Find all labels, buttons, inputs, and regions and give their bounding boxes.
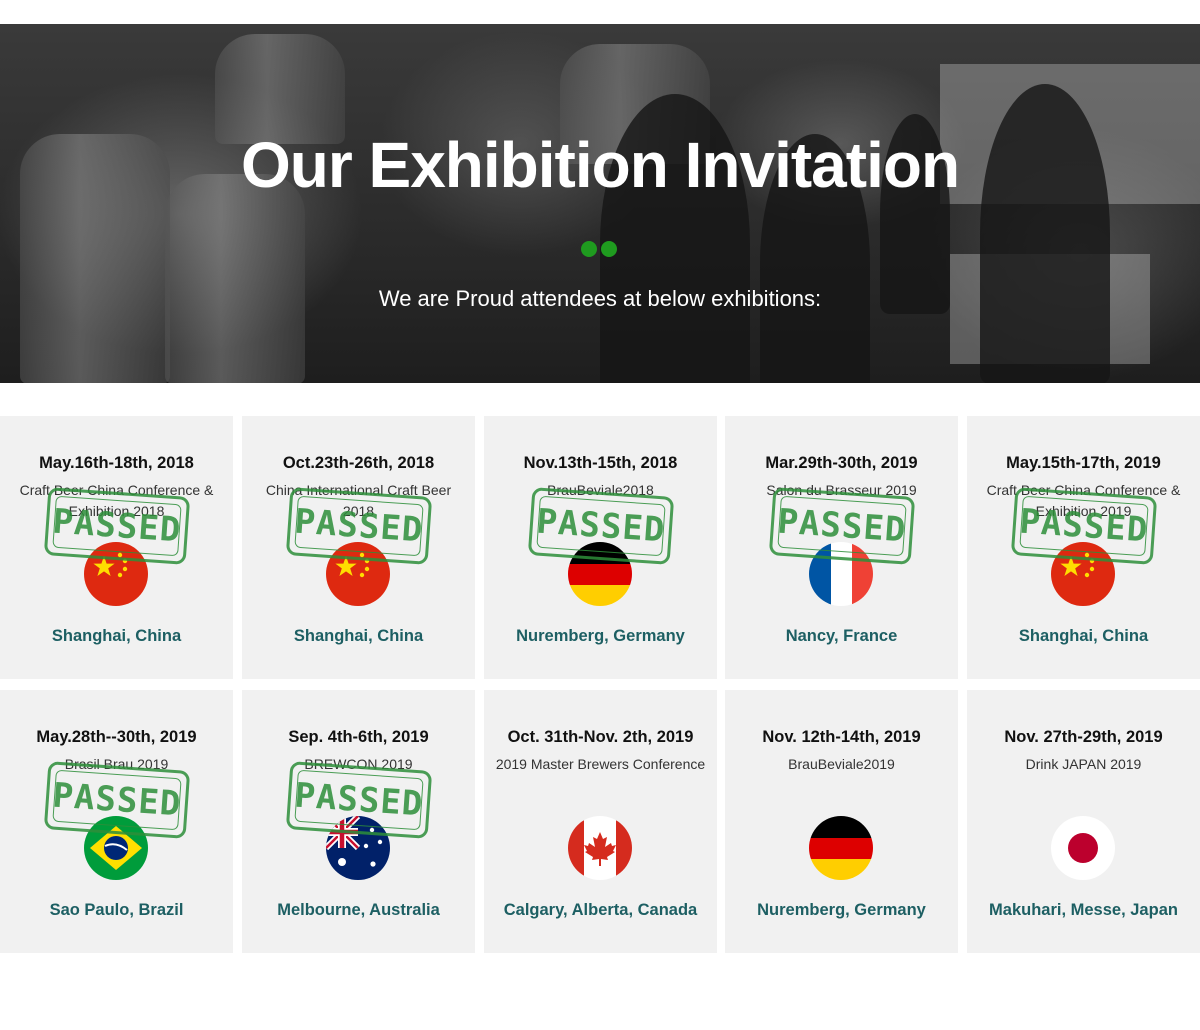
exhibition-date: Sep. 4th-6th, 2019 <box>288 728 429 746</box>
exhibition-location: Calgary, Alberta, Canada <box>503 901 698 919</box>
japan-flag-icon <box>1051 816 1115 880</box>
exhibition-card: Oct.23th-26th, 2018 China International C… <box>242 416 475 679</box>
exhibition-card: Sep. 4th-6th, 2019 BREWCON 2019 PASSED Melb… <box>242 690 475 953</box>
exhibition-location: Melbourne, Australia <box>277 901 440 919</box>
passed-stamp-label: PASSED <box>776 501 908 551</box>
dot-icon <box>581 241 597 257</box>
exhibition-location: Shanghai, China <box>293 627 424 645</box>
exhibition-name: Drink JAPAN 2019 <box>1025 756 1142 772</box>
passed-stamp: PASSED <box>285 487 433 565</box>
germany-flag-icon <box>809 816 873 880</box>
passed-stamp-label: PASSED <box>51 501 183 551</box>
exhibition-card: Nov.13th-15th, 2018 BrauBeviale2018 PASSED… <box>484 416 717 679</box>
exhibition-name: 2019 Master Brewers Conference <box>495 756 706 772</box>
passed-stamp: PASSED <box>43 761 191 839</box>
exhibition-card: May.16th-18th, 2018 Craft Beer China Conf… <box>0 416 233 679</box>
exhibition-location: Nancy, France <box>785 627 898 645</box>
exhibition-date: Nov. 27th-29th, 2019 <box>1004 728 1163 746</box>
dot-icon <box>601 241 617 257</box>
exhibition-location: Nuremberg, Germany <box>516 627 685 645</box>
exhibition-name: BrauBeviale2019 <box>788 756 895 772</box>
exhibition-card: Oct. 31th-Nov. 2th, 2019 2019 Master Brew… <box>484 690 717 953</box>
exhibition-date: May.15th-17th, 2019 <box>1006 454 1161 472</box>
exhibition-location: Nuremberg, Germany <box>757 901 926 919</box>
background-tank <box>165 174 305 383</box>
passed-stamp-label: PASSED <box>51 775 183 825</box>
exhibition-date: Nov.13th-15th, 2018 <box>523 454 678 472</box>
exhibition-card: Nov. 27th-29th, 2019 Drink JAPAN 2019 Maku… <box>967 690 1200 953</box>
exhibition-card: May.28th--30th, 2019 Brasil Brau 2019 PASS… <box>0 690 233 953</box>
exhibition-date: Mar.29th-30th, 2019 <box>765 454 918 472</box>
passed-stamp-label: PASSED <box>293 501 425 551</box>
exhibition-date: May.28th--30th, 2019 <box>36 728 197 746</box>
hero-subtitle: We are Proud attendees at below exhibiti… <box>378 286 822 311</box>
page-title: Our Exhibition Invitation <box>240 129 960 201</box>
hero-banner: Our Exhibition Invitation We are Proud a… <box>0 24 1200 383</box>
exhibition-date: May.16th-18th, 2018 <box>39 454 194 472</box>
title-divider-dots <box>581 241 617 257</box>
passed-stamp: PASSED <box>285 761 433 839</box>
passed-stamp-label: PASSED <box>293 775 425 825</box>
canada-flag-icon <box>568 816 632 880</box>
exhibition-location: Makuhari, Messe, Japan <box>989 901 1178 919</box>
passed-stamp-label: PASSED <box>535 501 667 551</box>
exhibition-card: Mar.29th-30th, 2019 Salon du Brasseur 201… <box>725 416 958 679</box>
exhibition-date: Oct.23th-26th, 2018 <box>282 454 435 472</box>
exhibition-location: Shanghai, China <box>1018 627 1149 645</box>
passed-stamp: PASSED <box>768 487 916 565</box>
exhibition-date: Oct. 31th-Nov. 2th, 2019 <box>507 728 694 746</box>
exhibition-card: Nov. 12th-14th, 2019 BrauBeviale2019 Nurem… <box>725 690 958 953</box>
passed-stamp: PASSED <box>527 487 675 565</box>
exhibition-date: Nov. 12th-14th, 2019 <box>762 728 921 746</box>
exhibition-location: Sao Paulo, Brazil <box>49 901 184 919</box>
exhibition-card: May.15th-17th, 2019 Craft Beer China Conf… <box>967 416 1200 679</box>
passed-stamp-label: PASSED <box>1018 501 1150 551</box>
passed-stamp: PASSED <box>43 487 191 565</box>
exhibition-location: Shanghai, China <box>51 627 182 645</box>
passed-stamp: PASSED <box>1010 487 1158 565</box>
